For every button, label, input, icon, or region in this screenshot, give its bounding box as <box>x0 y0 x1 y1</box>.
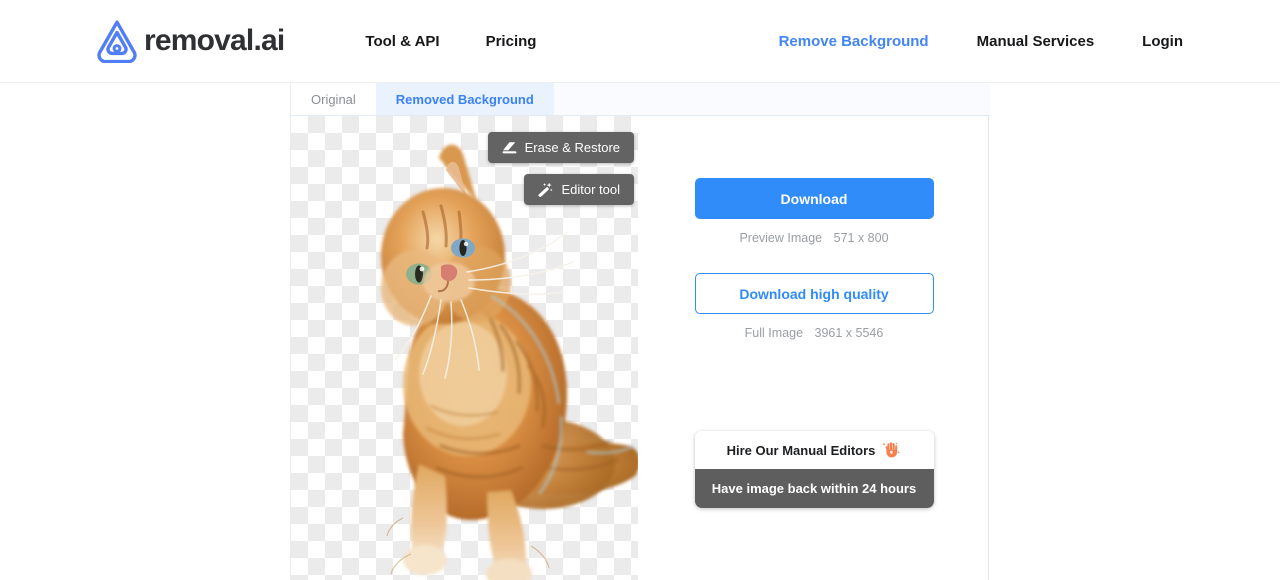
erase-restore-label: Erase & Restore <box>524 140 620 155</box>
site-header: removal.ai Tool & API Pricing Remove Bac… <box>0 0 1280 83</box>
preview-image-dimensions: 571 x 800 <box>833 231 889 245</box>
primary-nav-right: Remove Background Manual Services Login <box>779 33 1183 50</box>
editor-tool-button[interactable]: Editor tool <box>524 174 634 205</box>
editor-panel: Original Removed Background Erase & Rest… <box>290 83 990 580</box>
preview-image-caption: Preview Image <box>739 231 823 245</box>
erase-restore-button[interactable]: Erase & Restore <box>487 132 634 163</box>
tab-original[interactable]: Original <box>291 83 376 115</box>
canvas-tool-stack: Erase & Restore Editor tool <box>487 116 634 205</box>
full-image-meta: Full Image 3961 x 5546 <box>638 326 990 340</box>
hire-manual-editors-subtitle[interactable]: Have image back within 24 hours <box>694 469 934 508</box>
nav-manual-services[interactable]: Manual Services <box>977 33 1095 50</box>
editor-tool-label: Editor tool <box>561 182 620 197</box>
magic-wand-icon <box>538 182 554 197</box>
primary-nav-left: Tool & API Pricing <box>365 33 536 50</box>
tab-removed-background[interactable]: Removed Background <box>375 83 554 115</box>
editor-tabbar: Original Removed Background <box>291 83 990 116</box>
image-canvas[interactable]: Erase & Restore Editor tool <box>291 116 638 580</box>
raised-hand-icon-svg <box>882 442 901 458</box>
brand-logo[interactable]: removal.ai <box>94 19 285 63</box>
hire-manual-editors-title: Hire Our Manual Editors <box>726 442 876 458</box>
removal-ai-logo-icon-svg <box>97 20 137 63</box>
removal-ai-logo-icon <box>94 19 140 63</box>
nav-tool-api[interactable]: Tool & API <box>365 33 439 50</box>
preview-image-meta: Preview Image 571 x 800 <box>638 231 990 245</box>
download-button[interactable]: Download <box>694 178 934 219</box>
download-actions-panel: Download Preview Image 571 x 800 Downloa… <box>638 116 990 580</box>
nav-remove-background[interactable]: Remove Background <box>779 33 929 50</box>
full-image-caption: Full Image <box>744 326 804 340</box>
eraser-icon-svg <box>502 141 517 153</box>
download-high-quality-button[interactable]: Download high quality <box>694 273 934 314</box>
nav-pricing[interactable]: Pricing <box>486 33 537 50</box>
brand-name: removal.ai <box>144 24 285 57</box>
magic-wand-icon-svg <box>538 182 554 197</box>
hire-manual-editors-header: Hire Our Manual Editors <box>694 431 934 469</box>
full-image-dimensions: 3961 x 5546 <box>814 326 884 340</box>
nav-login[interactable]: Login <box>1142 33 1183 50</box>
raised-hand-icon <box>881 440 901 460</box>
eraser-icon <box>502 141 517 155</box>
hire-manual-editors-card[interactable]: Hire Our Manual Editors Have image back … <box>694 431 934 508</box>
